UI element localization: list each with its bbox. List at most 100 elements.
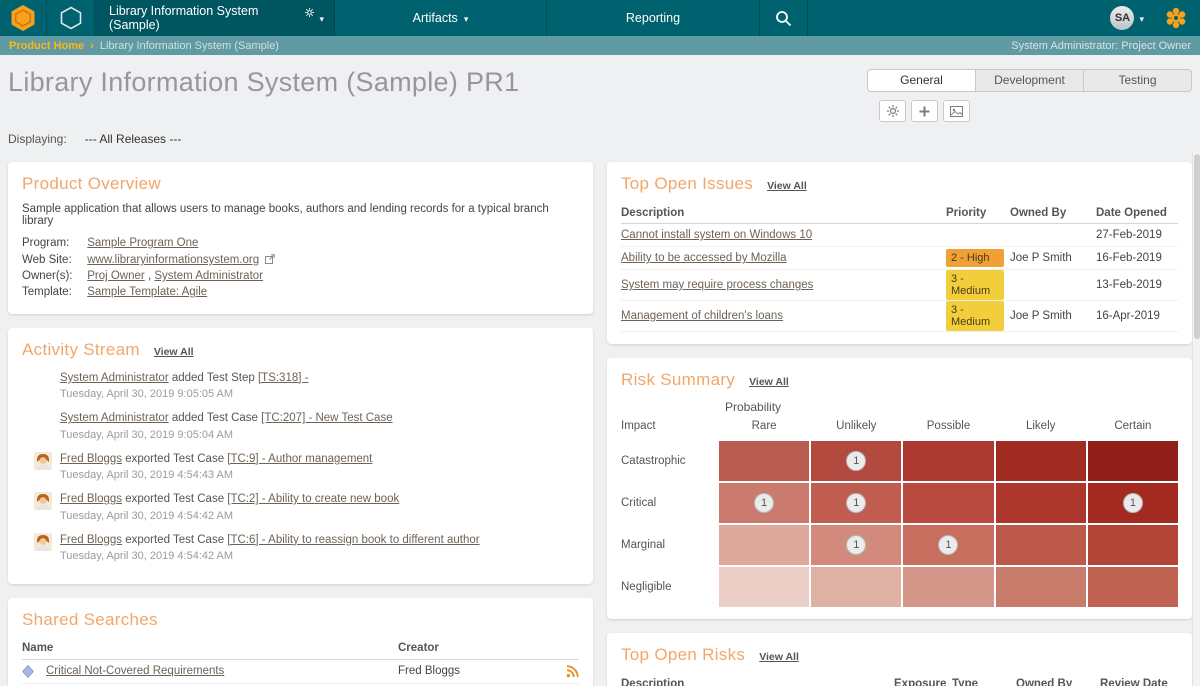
avatar-placeholder [34, 370, 60, 400]
app-logo[interactable] [0, 0, 47, 36]
risk-view-all-link[interactable]: View All [749, 376, 789, 388]
risk-count-badge[interactable]: 1 [754, 493, 775, 513]
profile-menu[interactable]: SA ▾ [1102, 0, 1152, 36]
search-icon [776, 10, 792, 26]
add-widget-button[interactable] [911, 100, 938, 122]
breadcrumb-chevron-icon: › [90, 39, 94, 52]
top-open-issues-card: Top Open Issues View All Description Pri… [607, 162, 1192, 344]
risk-matrix-grid: Impact Rare Unlikely Possible Likely Certain C… [621, 416, 1178, 607]
date-opened-column-header: Date Opened [1096, 206, 1167, 219]
reporting-menu[interactable]: Reporting [547, 0, 760, 36]
issue-link[interactable]: Ability to be accessed by Mozilla [621, 252, 946, 264]
owner-separator: , [147, 270, 152, 282]
avatar-placeholder [34, 410, 60, 440]
avatar: SA [1110, 6, 1135, 30]
program-link[interactable]: Sample Program One [87, 237, 198, 249]
hexagon-outline-icon [60, 6, 81, 30]
activity-user-link[interactable]: System Administrator [60, 372, 169, 384]
website-link[interactable]: www.libraryinformationsystem.org [87, 254, 259, 266]
owner-link-2[interactable]: System Administrator [154, 270, 263, 282]
shared-searches-card: Shared Searches Name Creator Critical No… [8, 597, 593, 686]
risk-matrix-cell [719, 567, 810, 607]
risk-count-badge[interactable]: 1 [1122, 493, 1143, 513]
activity-stream-heading: Activity Stream [22, 340, 140, 359]
activity-item: System Administrator added Test Case [TC… [34, 410, 579, 440]
risk-matrix-cell [903, 483, 994, 523]
product-overview-card: Product Overview Sample application that… [8, 162, 593, 314]
issue-link[interactable]: Management of children's loans [621, 310, 946, 322]
product-menu-label: Library Information System (Sample) [109, 4, 259, 32]
issue-date: 16-Feb-2019 [1096, 252, 1162, 264]
shared-searches-header: Name Creator [22, 638, 579, 660]
activity-view-all-link[interactable]: View All [154, 346, 194, 358]
release-filter-dropdown[interactable]: --- All Releases --- [85, 132, 182, 146]
impact-row-header: Catastrophic [621, 455, 686, 467]
shared-searches-heading: Shared Searches [22, 609, 158, 629]
activity-timestamp: Tuesday, April 30, 2019 4:54:42 AM [60, 509, 234, 522]
requirement-diamond-icon [22, 664, 46, 678]
scrollbar-thumb[interactable] [1193, 154, 1200, 339]
risk-matrix-cell [1087, 567, 1178, 607]
activity-artifact-link[interactable]: [TC:6] - Ability to reassign book to dif… [227, 534, 479, 546]
activity-artifact-link[interactable]: [TC:207] - New Test Case [261, 412, 392, 424]
probability-column-header: Rare [751, 420, 777, 432]
impact-row-header: Marginal [621, 539, 666, 551]
issues-view-all-link[interactable]: View All [767, 180, 807, 192]
risk-matrix-cell: 1 [1087, 483, 1178, 523]
workspace-switcher[interactable] [47, 0, 95, 36]
external-link-icon[interactable] [265, 254, 276, 267]
risk-summary-heading: Risk Summary [621, 370, 736, 389]
header-controls: General Development Testing [867, 69, 1192, 122]
probability-column-header: Possible [926, 420, 971, 432]
risks-table-header: Description Exposure Type Owned By Revie… [621, 673, 1178, 686]
tab-testing[interactable]: Testing [1084, 69, 1192, 92]
tab-general[interactable]: General [867, 69, 976, 92]
screenshot-button[interactable] [943, 100, 970, 122]
rss-feed-icon[interactable] [557, 665, 579, 678]
system-admin-menu[interactable] [1152, 0, 1200, 36]
risks-view-all-link[interactable]: View All [759, 651, 799, 663]
issue-owner: Joe P Smith [1010, 310, 1072, 322]
owner-link-1[interactable]: Proj Owner [87, 270, 145, 282]
content-scrollbar[interactable] [1192, 152, 1200, 686]
shared-search-link[interactable]: Critical Not-Covered Requirements [46, 665, 398, 677]
risk-matrix-cell: 1 [719, 483, 810, 523]
top-open-issues-heading: Top Open Issues [621, 174, 754, 193]
priority-column-header: Priority [946, 206, 987, 219]
risk-count-badge[interactable]: 1 [846, 451, 867, 471]
breadcrumb-home-link[interactable]: Product Home [9, 40, 84, 52]
activity-user-link[interactable]: Fred Bloggs [60, 453, 122, 465]
priority-badge: 2 - High [946, 249, 1004, 267]
risk-count-badge[interactable]: 1 [938, 535, 959, 555]
issue-link[interactable]: Cannot install system on Windows 10 [621, 229, 946, 241]
impact-row-header: Negligible [621, 581, 672, 593]
activity-artifact-link[interactable]: [TC:9] - Author management [227, 453, 372, 465]
risk-count-badge[interactable]: 1 [846, 535, 867, 555]
activity-stream-card: Activity Stream View All System Administ… [8, 328, 593, 584]
impact-axis-label: Impact [621, 420, 656, 432]
activity-user-link[interactable]: System Administrator [60, 412, 169, 424]
creator-column-header: Creator [398, 642, 439, 655]
global-search-button[interactable] [760, 0, 808, 36]
issue-row: Cannot install system on Windows 10 27-F… [621, 224, 1178, 247]
layout-settings-button[interactable] [879, 100, 906, 122]
risk-matrix-cell: 1 [811, 441, 902, 481]
activity-user-link[interactable]: Fred Bloggs [60, 534, 122, 546]
issue-link[interactable]: System may require process changes [621, 279, 946, 291]
priority-badge [946, 232, 1004, 238]
admin-flower-icon [1166, 7, 1186, 29]
activity-artifact-link[interactable]: [TS:318] - [258, 372, 309, 384]
risk-count-badge[interactable]: 1 [846, 493, 867, 513]
caret-down-icon: ▾ [319, 13, 324, 24]
top-navigation-bar: Library Information System (Sample) ▾ Ar… [0, 0, 1200, 36]
artifacts-menu-label: Artifacts [412, 11, 458, 25]
template-link[interactable]: Sample Template: Agile [87, 286, 207, 298]
issue-row: System may require process changes 3 - M… [621, 270, 1178, 301]
tab-development[interactable]: Development [976, 69, 1084, 92]
activity-user-link[interactable]: Fred Bloggs [60, 493, 122, 505]
artifacts-menu[interactable]: Artifacts ▾ [335, 0, 547, 36]
activity-artifact-link[interactable]: [TC:2] - Ability to create new book [227, 493, 399, 505]
product-menu[interactable]: Library Information System (Sample) ▾ [95, 0, 335, 36]
page-title: Library Information System (Sample) PR1 [8, 67, 520, 97]
caret-down-icon: ▾ [1139, 13, 1144, 24]
